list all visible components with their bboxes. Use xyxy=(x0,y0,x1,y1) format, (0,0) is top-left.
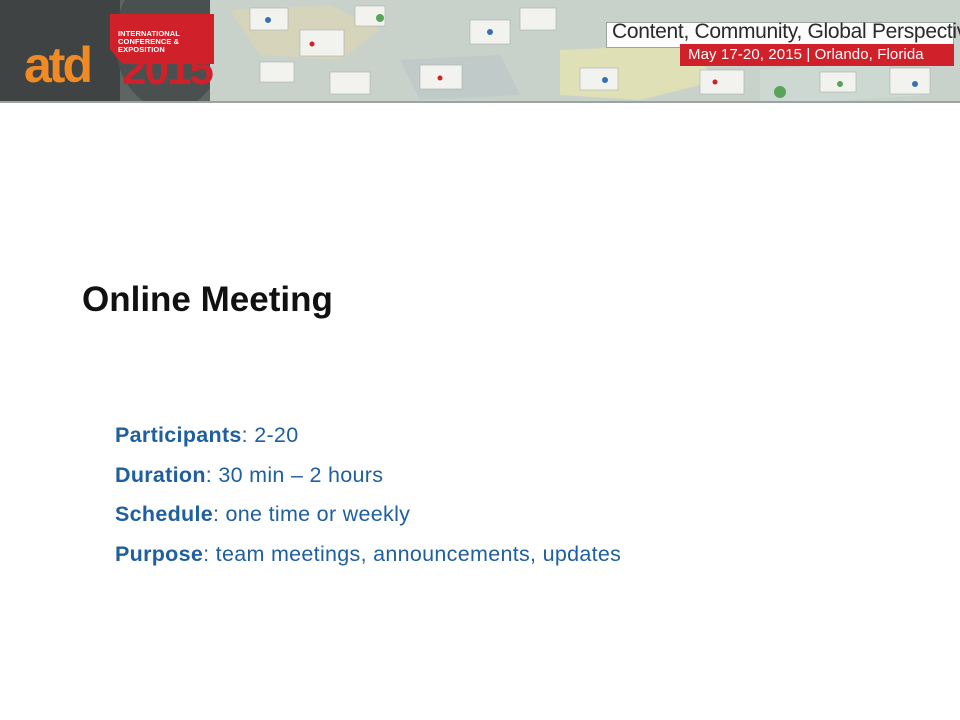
bullet-term: Purpose xyxy=(115,541,204,566)
bullet-purpose: Purpose: team meetings, announcements, u… xyxy=(115,535,875,575)
bullet-term: Duration xyxy=(115,462,206,487)
bullet-duration: Duration: 30 min – 2 hours xyxy=(115,456,875,496)
bullet-text: : team meetings, announcements, updates xyxy=(203,541,622,566)
logo-atd-text: atd xyxy=(24,37,93,93)
atd-2015-logo: International Conference & Exposition at… xyxy=(22,14,214,93)
bullet-participants: Participants: 2-20 xyxy=(115,416,875,456)
header-banner: International Conference & Exposition at… xyxy=(0,0,960,103)
bullet-list: Participants: 2-20 Duration: 30 min – 2 … xyxy=(115,416,875,574)
banner-divider xyxy=(0,101,960,103)
logo-year-text: 2015 xyxy=(122,45,214,94)
bullet-text: : 30 min – 2 hours xyxy=(205,462,384,487)
bullet-schedule: Schedule: one time or weekly xyxy=(115,495,875,535)
bullet-text: : one time or weekly xyxy=(213,502,411,526)
slide-title: Online Meeting xyxy=(82,280,333,319)
conference-dates: May 17-20, 2015 | Orlando, Florida xyxy=(688,46,924,63)
bullet-term: Participants xyxy=(115,423,242,447)
bullet-text: : 2-20 xyxy=(241,423,299,447)
bullet-term: Schedule xyxy=(115,502,213,526)
conference-tagline: Content, Community, Global Perspectives xyxy=(612,20,960,43)
